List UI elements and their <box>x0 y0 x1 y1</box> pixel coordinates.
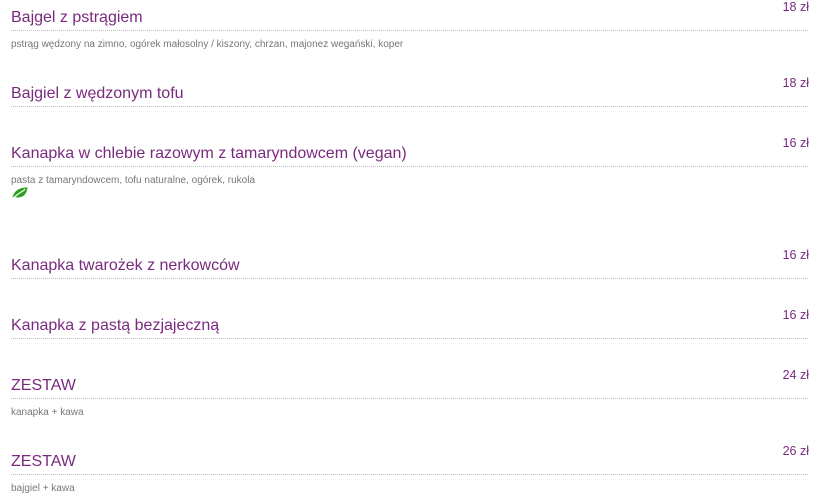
menu-item-description: kanapka + kawa <box>11 407 84 418</box>
menu-item-description: bajgiel + kawa <box>11 483 75 494</box>
menu-item-name[interactable]: ZESTAW <box>11 376 76 396</box>
dotted-leader <box>11 474 808 475</box>
menu-item-name[interactable]: Kanapka w chlebie razowym z tamaryndowce… <box>11 144 407 164</box>
menu-item-price: 18 zł <box>782 0 809 14</box>
menu-item-description: pasta z tamaryndowcem, tofu naturalne, o… <box>11 175 256 186</box>
menu-item-price: 18 zł <box>782 76 809 90</box>
menu-item[interactable]: Bajgiel z wędzonym tofu 18 zł <box>11 76 809 107</box>
dotted-leader <box>11 166 808 167</box>
menu-item-name[interactable]: Kanapka twarożek z nerkowców <box>11 256 240 276</box>
menu-item-row: Kanapka twarożek z nerkowców 16 zł <box>11 248 809 276</box>
menu-item-row: Bajgel z pstrągiem 18 zł <box>11 0 809 28</box>
dotted-leader <box>11 398 808 399</box>
menu-item-name[interactable]: Bajgel z pstrągiem <box>11 8 143 28</box>
menu-item-price: 16 zł <box>782 308 809 322</box>
dotted-leader <box>11 30 808 31</box>
menu-item-price: 26 zł <box>782 444 809 458</box>
menu-item[interactable]: ZESTAW 26 zł bajgiel + kawa <box>11 444 809 494</box>
menu-item-row: Bajgiel z wędzonym tofu 18 zł <box>11 76 809 104</box>
dotted-leader <box>11 278 808 279</box>
menu-item[interactable]: ZESTAW 24 zł kanapka + kawa <box>11 368 809 418</box>
dotted-leader <box>11 106 808 107</box>
menu-item-row: ZESTAW 24 zł <box>11 368 809 396</box>
menu-item-name[interactable]: Kanapka z pastą bezjajeczną <box>11 316 219 336</box>
menu-item-name[interactable]: ZESTAW <box>11 452 76 472</box>
menu-item-price: 24 zł <box>782 368 809 382</box>
menu-item[interactable]: Kanapka twarożek z nerkowców 16 zł <box>11 248 809 279</box>
menu-item-row: Kanapka z pastą bezjajeczną 16 zł <box>11 308 809 336</box>
menu-item-name[interactable]: Bajgiel z wędzonym tofu <box>11 84 184 104</box>
menu-item[interactable]: Bajgel z pstrągiem 18 zł pstrąg wędzony … <box>11 0 809 50</box>
menu-item-row: Kanapka w chlebie razowym z tamaryndowce… <box>11 136 809 164</box>
menu-item-price: 16 zł <box>782 136 809 150</box>
menu-item-row: ZESTAW 26 zł <box>11 444 809 472</box>
menu-item[interactable]: Kanapka z pastą bezjajeczną 16 zł <box>11 308 809 339</box>
menu-item-price: 16 zł <box>782 248 809 262</box>
dotted-leader <box>11 338 808 339</box>
menu-item[interactable]: Kanapka w chlebie razowym z tamaryndowce… <box>11 136 809 200</box>
menu-item-description: pstrąg wędzony na zimno, ogórek małosoln… <box>11 39 404 50</box>
leaf-icon <box>11 186 29 200</box>
